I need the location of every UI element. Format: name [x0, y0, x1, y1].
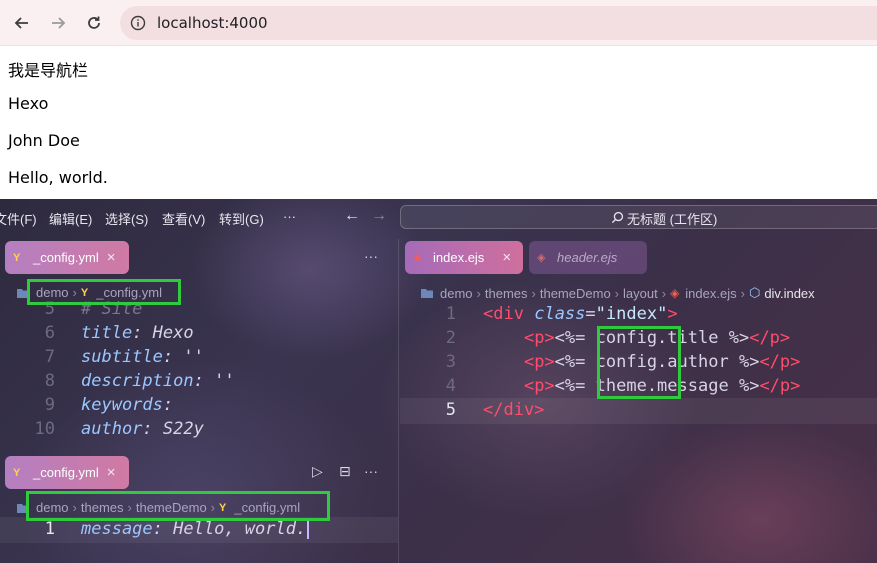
more-actions-icon[interactable]: ··· — [364, 463, 378, 479]
page-nav-text: 我是导航栏 — [8, 61, 89, 80]
chevron-right-icon: › — [476, 285, 481, 301]
menu-view[interactable]: 查看(V) — [162, 209, 205, 228]
tab-config-root[interactable]: Y _config.yml × — [5, 241, 129, 274]
line-number: 10 — [34, 419, 55, 439]
breadcrumb-item[interactable]: themeDemo — [540, 286, 611, 301]
code-line[interactable]: <div class="index"> — [483, 304, 678, 324]
back-button[interactable] — [10, 11, 34, 35]
line-number: 6 — [44, 323, 55, 343]
reload-icon — [88, 16, 100, 29]
code-line[interactable]: subtitle: '' — [81, 347, 204, 367]
editor-forward-icon[interactable]: → — [371, 207, 387, 225]
breadcrumb-item[interactable]: index.ejs — [685, 286, 736, 301]
line-number: 2 — [445, 328, 456, 348]
editor-back-icon[interactable]: ← — [344, 207, 360, 225]
page-message-text: Hello, world. — [8, 168, 108, 187]
tab-label: index.ejs — [433, 250, 485, 265]
page-author-text: John Doe — [8, 131, 80, 150]
yaml-file-icon: Y — [13, 251, 21, 264]
highlight-box — [597, 326, 681, 399]
line-number: 8 — [44, 371, 55, 391]
run-icon[interactable]: ▷ — [312, 463, 323, 480]
yaml-file-icon: Y — [13, 466, 21, 479]
menu-go[interactable]: 转到(G) — [219, 209, 264, 228]
chevron-right-icon: › — [614, 285, 620, 301]
code-line[interactable]: author: S22y — [81, 419, 204, 439]
close-icon[interactable]: × — [107, 464, 116, 481]
menu-file[interactable]: 文件(F) — [0, 209, 37, 228]
close-icon[interactable]: × — [502, 249, 511, 266]
pane-divider — [398, 239, 399, 563]
menu-select[interactable]: 选择(S) — [105, 209, 148, 228]
line-number: 7 — [44, 347, 55, 367]
back-arrow-icon — [14, 17, 28, 29]
code-line[interactable]: </div> — [483, 400, 544, 420]
line-number: 1 — [445, 304, 456, 324]
line-number: 9 — [44, 395, 55, 415]
breadcrumb-item[interactable]: demo — [440, 286, 473, 301]
browser-toolbar: localhost:4000 — [0, 0, 877, 46]
ejs-file-icon: ◈ — [670, 286, 680, 300]
line-number: 3 — [445, 352, 456, 372]
symbol-icon: ⬡ — [748, 285, 761, 300]
highlight-box — [27, 279, 181, 305]
code-line[interactable]: title: Hexo — [81, 323, 194, 343]
close-icon[interactable]: × — [107, 249, 116, 266]
tab-label: header.ejs — [557, 250, 618, 265]
text-cursor — [307, 519, 310, 539]
page-content: 我是导航栏 Hexo John Doe Hello, world. — [0, 47, 877, 199]
folder-icon — [421, 289, 433, 298]
chevron-right-icon: › — [740, 285, 745, 301]
url-text[interactable]: localhost:4000 — [157, 14, 268, 32]
code-line[interactable]: description: '' — [81, 371, 235, 391]
chevron-right-icon: › — [531, 285, 536, 301]
tab-label: _config.yml — [33, 250, 99, 265]
ejs-file-icon: ◈ — [537, 252, 546, 264]
forward-arrow-icon — [52, 17, 66, 29]
breadcrumb-item[interactable]: themes — [485, 286, 528, 301]
menu-more[interactable]: ··· — [283, 209, 296, 224]
breadcrumb-item[interactable]: layout — [623, 286, 658, 301]
code-editor: 文件(F) 编辑(E) 选择(S) 查看(V) 转到(G) ··· ← → 无标… — [0, 199, 877, 563]
menu-edit[interactable]: 编辑(E) — [49, 209, 92, 228]
reload-button[interactable] — [82, 11, 106, 35]
chevron-right-icon: › — [661, 285, 667, 301]
split-editor-icon[interactable]: ⊟ — [339, 463, 351, 480]
search-icon — [611, 211, 624, 224]
forward-button[interactable] — [46, 11, 70, 35]
tab-index-ejs[interactable]: ◈ index.ejs × — [405, 241, 523, 274]
more-actions-icon[interactable]: ··· — [364, 248, 378, 264]
breadcrumb: demo › themes › themeDemo › layout › ◈ i… — [420, 285, 815, 301]
page-title-text: Hexo — [8, 94, 49, 113]
line-number: 4 — [445, 376, 456, 396]
address-bar[interactable]: localhost:4000 — [120, 6, 877, 40]
info-icon[interactable] — [130, 15, 146, 31]
line-number: 1 — [44, 519, 55, 539]
code-line[interactable]: keywords: — [81, 395, 173, 415]
current-line-highlight — [400, 398, 877, 424]
ejs-file-icon: ◈ — [413, 252, 422, 264]
line-number: 5 — [445, 400, 456, 420]
highlight-box — [26, 491, 330, 521]
code-line[interactable]: message: Hello, world. — [81, 519, 310, 539]
tab-label: _config.yml — [33, 465, 99, 480]
breadcrumb-item[interactable]: div.index — [764, 286, 814, 301]
tab-header-ejs[interactable]: ◈ header.ejs — [529, 241, 647, 274]
tab-config-theme[interactable]: Y _config.yml × — [5, 456, 129, 489]
command-center-label: 无标题 (工作区) — [627, 212, 718, 227]
command-center[interactable]: 无标题 (工作区) — [400, 205, 877, 229]
